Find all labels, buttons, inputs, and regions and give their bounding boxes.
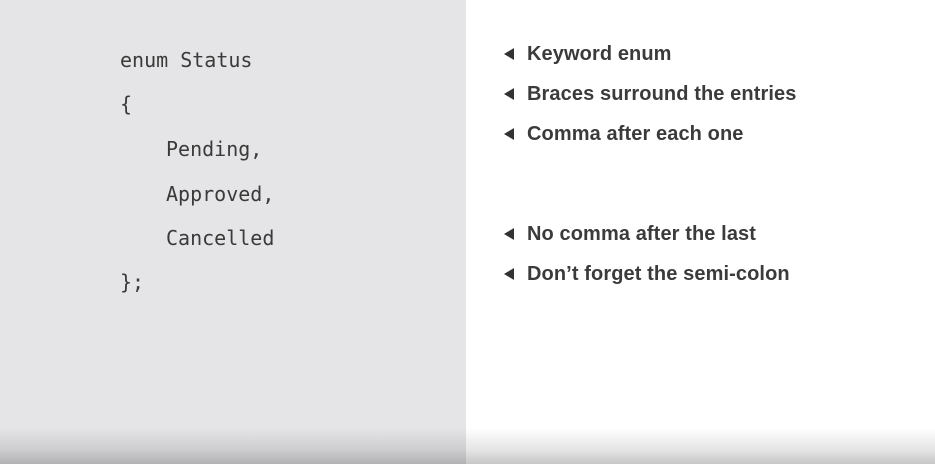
slide: enum Status { Pending, Approved, Cancell… (0, 0, 935, 464)
note-text: Don’t forget the semi-colon (527, 262, 790, 285)
note-text: Braces surround the entries (527, 82, 797, 105)
note-braces: Braces surround the entries (504, 81, 796, 107)
code-line-pending: Pending, (166, 137, 263, 161)
code-line-enum-declaration: enum Status (120, 48, 253, 72)
note-semicolon: Don’t forget the semi-colon (504, 261, 790, 287)
left-triangle-icon (504, 128, 514, 140)
note-keyword-enum: Keyword enum (504, 41, 672, 67)
note-no-comma-last: No comma after the last (504, 221, 756, 247)
code-panel: enum Status { Pending, Approved, Cancell… (0, 0, 466, 464)
left-triangle-icon (504, 48, 514, 60)
code-line-approved: Approved, (166, 182, 275, 206)
code-line-open-brace: { (120, 92, 133, 116)
left-triangle-icon (504, 268, 514, 280)
left-triangle-icon (504, 228, 514, 240)
code-line-cancelled: Cancelled (166, 226, 275, 250)
left-triangle-icon (504, 88, 514, 100)
note-text: Keyword enum (527, 42, 672, 65)
note-text: No comma after the last (527, 222, 757, 245)
code-line-close-brace: }; (120, 270, 145, 294)
note-text: Comma after each one (527, 122, 744, 145)
note-comma-after-each: Comma after each one (504, 121, 744, 147)
